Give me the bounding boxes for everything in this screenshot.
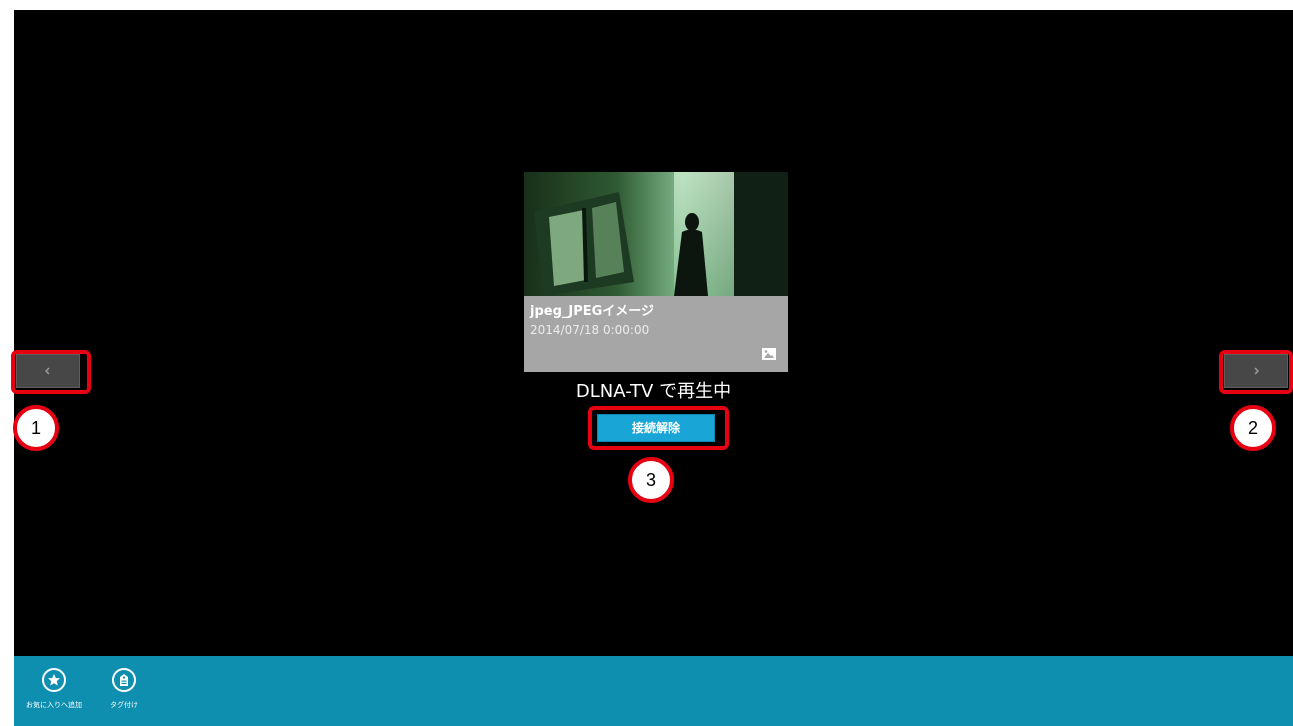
media-card[interactable]: jpeg_JPEGイメージ 2014/07/18 0:00:00 — [524, 172, 788, 372]
tag-label: タグ付け — [110, 701, 138, 709]
chevron-right-icon — [1254, 367, 1260, 375]
callout-2: 2 — [1230, 405, 1276, 451]
tag-icon — [112, 668, 136, 692]
previous-button[interactable] — [16, 354, 80, 388]
chevron-left-icon — [44, 367, 50, 375]
callout-3: 3 — [628, 457, 674, 503]
callout-1: 1 — [13, 405, 59, 451]
disconnect-button[interactable]: 接続解除 — [597, 414, 715, 442]
image-icon — [762, 348, 776, 360]
add-favorite-label: お気に入りへ追加 — [26, 701, 82, 709]
next-button[interactable] — [1224, 354, 1288, 388]
media-title: jpeg_JPEGイメージ — [530, 304, 655, 319]
tag-button[interactable]: タグ付け — [84, 668, 164, 724]
star-icon — [42, 668, 66, 692]
add-favorite-button[interactable]: お気に入りへ追加 — [14, 668, 94, 724]
app-window: jpeg_JPEGイメージ 2014/07/18 0:00:00 DLNA-TV… — [14, 10, 1293, 726]
app-bar: お気に入りへ追加 タグ付け — [14, 656, 1293, 726]
media-date: 2014/07/18 0:00:00 — [530, 323, 650, 337]
playback-status: DLNA-TV で再生中 — [575, 381, 732, 402]
media-thumbnail — [524, 172, 788, 296]
